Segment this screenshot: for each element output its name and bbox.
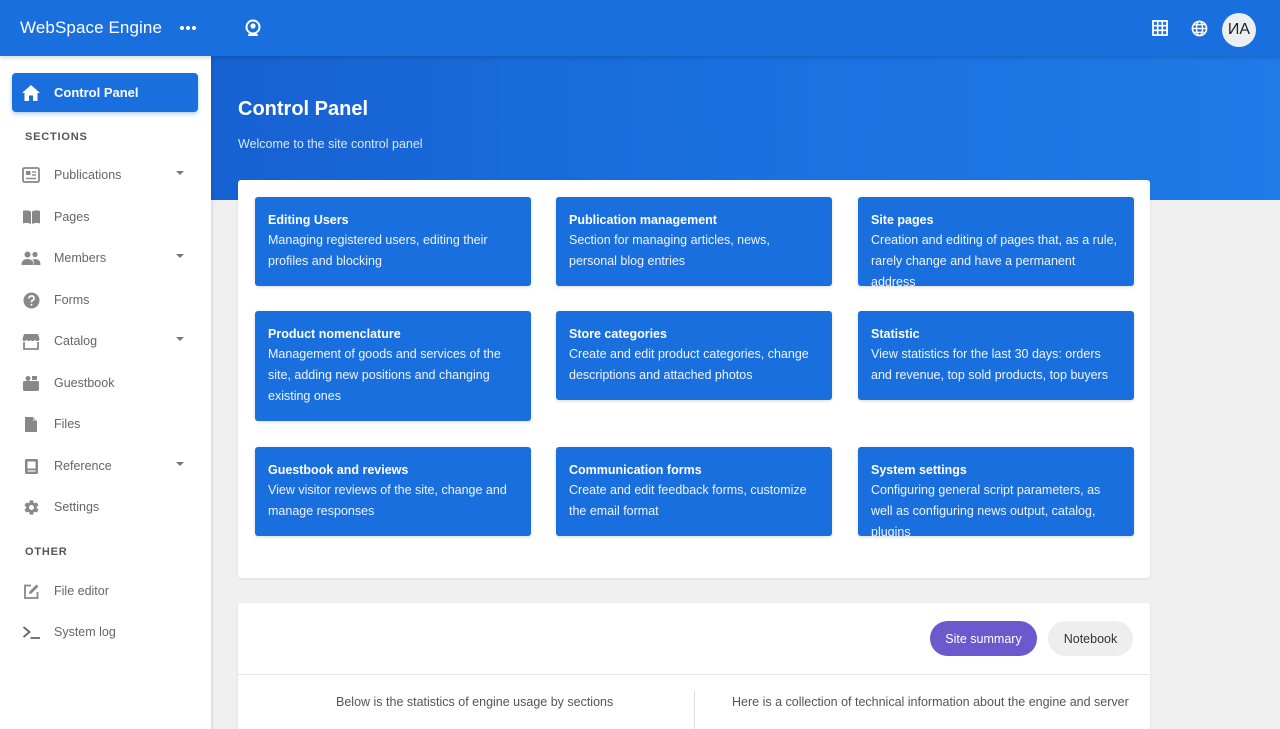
sidebar-item-settings[interactable]: Settings	[12, 489, 198, 525]
tile-title: System settings	[871, 463, 967, 477]
tile-description: Managing registered users, editing their…	[268, 233, 488, 268]
people-icon	[21, 248, 41, 268]
sidebar-item-members[interactable]: Members	[12, 240, 198, 276]
tile-description: Section for managing articles, news, per…	[569, 233, 770, 268]
language-button[interactable]	[1187, 16, 1211, 40]
sidebar-item-label: Reference	[54, 459, 112, 473]
support-agent-icon	[245, 19, 261, 36]
sections-heading: SECTIONS	[25, 131, 88, 143]
sidebar: Control Panel SECTIONS Publications Page…	[0, 56, 211, 729]
tile-title: Communication forms	[569, 463, 702, 477]
other-heading: OTHER	[25, 546, 68, 558]
reference-book-icon	[21, 456, 41, 476]
summary-left-text: Below is the statistics of engine usage …	[336, 695, 614, 709]
tile-system-settings[interactable]: System settings Configuring general scri…	[858, 447, 1134, 539]
tile-product-nomenclature[interactable]: Product nomenclature Management of goods…	[255, 311, 531, 421]
divider	[238, 674, 1150, 675]
caret-down-icon	[176, 171, 184, 175]
sidebar-item-label: Pages	[54, 210, 90, 224]
caret-down-icon	[176, 462, 184, 466]
tile-communication-forms[interactable]: Communication forms Create and edit feed…	[556, 447, 832, 536]
summary-panel: Site summary Notebook Below is the stati…	[238, 603, 1150, 729]
sidebar-item-publications[interactable]: Publications	[12, 157, 198, 193]
book-icon	[21, 207, 41, 227]
caret-down-icon	[176, 254, 184, 258]
tile-title: Product nomenclature	[268, 327, 401, 341]
tile-title: Store categories	[569, 327, 667, 341]
tile-description: View visitor reviews of the site, change…	[268, 483, 507, 518]
brand-title[interactable]: WebSpace Engine	[20, 18, 162, 38]
sidebar-item-control-panel[interactable]: Control Panel	[12, 73, 198, 112]
edit-icon	[21, 581, 41, 601]
guestbook-icon	[21, 373, 41, 393]
tile-site-pages[interactable]: Site pages Creation and editing of pages…	[858, 197, 1134, 289]
tile-store-categories[interactable]: Store categories Create and edit product…	[556, 311, 832, 400]
sections-panel: Editing Users Managing registered users,…	[238, 180, 1150, 578]
globe-icon	[1191, 20, 1207, 36]
tile-description: Management of goods and services of the …	[268, 347, 501, 403]
more-horizontal-icon	[180, 26, 196, 30]
sidebar-item-reference[interactable]: Reference	[12, 448, 198, 484]
sidebar-item-label: Control Panel	[54, 85, 139, 100]
sidebar-item-label: Publications	[54, 168, 122, 182]
sidebar-item-label: Forms	[54, 293, 90, 307]
help-circle-icon	[21, 290, 41, 310]
apps-grid-button[interactable]	[1148, 16, 1172, 40]
tile-description: Creation and editing of pages that, as a…	[871, 233, 1117, 289]
tile-publication-management[interactable]: Publication management Section for manag…	[556, 197, 832, 286]
summary-right-text: Here is a collection of technical inform…	[732, 695, 1129, 709]
home-icon	[21, 83, 41, 103]
tile-title: Statistic	[871, 327, 920, 341]
file-icon	[21, 414, 41, 434]
terminal-icon	[21, 622, 41, 642]
grid-icon	[1152, 20, 1168, 36]
user-avatar[interactable]: ИА	[1222, 13, 1256, 47]
tile-description: Create and edit product categories, chan…	[569, 347, 809, 382]
sidebar-item-forms[interactable]: Forms	[12, 282, 198, 318]
tile-description: Configuring general script parameters, a…	[871, 483, 1101, 539]
sidebar-item-label: Catalog	[54, 334, 98, 348]
sidebar-item-catalog[interactable]: Catalog	[12, 323, 198, 359]
sidebar-item-file-editor[interactable]: File editor	[12, 573, 198, 609]
tile-editing-users[interactable]: Editing Users Managing registered users,…	[255, 197, 531, 286]
page-subtitle: Welcome to the site control panel	[238, 137, 423, 151]
sidebar-item-system-log[interactable]: System log	[12, 614, 198, 650]
newspaper-icon	[21, 165, 41, 185]
more-menu-button[interactable]	[175, 16, 201, 40]
support-button[interactable]	[241, 16, 265, 40]
sidebar-item-label: System log	[54, 625, 116, 639]
page-title: Control Panel	[238, 98, 369, 120]
tile-title: Editing Users	[268, 213, 349, 227]
tab-site-summary[interactable]: Site summary	[930, 621, 1037, 656]
tile-description: View statistics for the last 30 days: or…	[871, 347, 1108, 382]
gear-icon	[21, 497, 41, 517]
sidebar-item-guestbook[interactable]: Guestbook	[12, 365, 198, 401]
sidebar-item-label: Guestbook	[54, 376, 115, 390]
sidebar-item-label: File editor	[54, 584, 109, 598]
tile-title: Publication management	[569, 213, 717, 227]
tile-statistic[interactable]: Statistic View statistics for the last 3…	[858, 311, 1134, 400]
caret-down-icon	[176, 337, 184, 341]
store-icon	[21, 331, 41, 351]
tile-description: Create and edit feedback forms, customiz…	[569, 483, 807, 518]
sidebar-item-files[interactable]: Files	[12, 406, 198, 442]
tab-notebook[interactable]: Notebook	[1048, 621, 1133, 656]
tile-title: Guestbook and reviews	[268, 463, 409, 477]
sidebar-item-pages[interactable]: Pages	[12, 199, 198, 235]
sidebar-item-label: Files	[54, 417, 81, 431]
top-bar: WebSpace Engine ИА	[0, 0, 1280, 56]
tile-title: Site pages	[871, 213, 934, 227]
divider	[694, 691, 695, 729]
sidebar-item-label: Members	[54, 251, 107, 265]
sidebar-item-label: Settings	[54, 500, 100, 514]
hero-banner	[211, 56, 1280, 200]
tile-guestbook-reviews[interactable]: Guestbook and reviews View visitor revie…	[255, 447, 531, 536]
